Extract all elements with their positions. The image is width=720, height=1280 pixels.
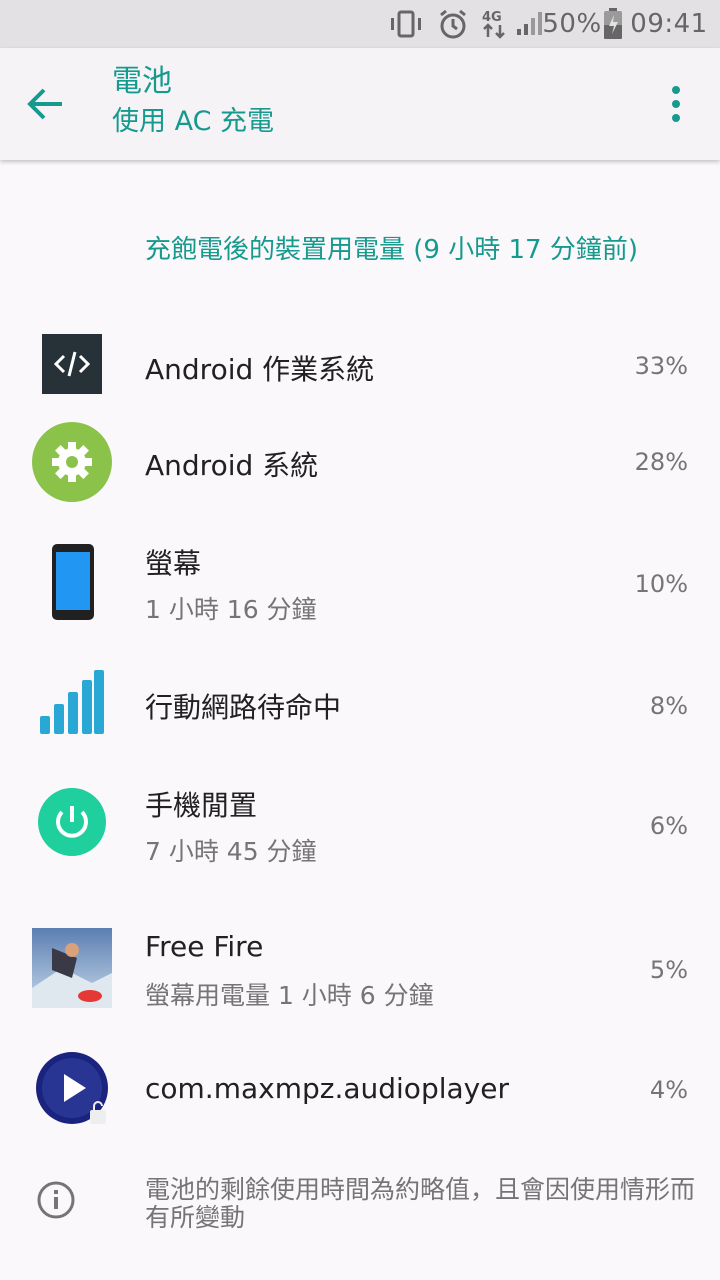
usage-item[interactable]: Free Fire 螢幕用電量 1 小時 6 分鐘 5% xyxy=(0,914,720,1026)
alarm-icon xyxy=(436,0,470,48)
item-percent: 28% xyxy=(634,448,688,476)
battery-charging-icon xyxy=(600,0,626,48)
item-detail: 1 小時 16 分鐘 xyxy=(145,595,317,624)
signal-icon xyxy=(514,0,544,48)
data-icon: 4G xyxy=(480,0,510,48)
free-fire-app-icon xyxy=(32,928,112,1008)
item-percent: 10% xyxy=(634,570,688,598)
item-name: 螢幕 xyxy=(145,547,202,580)
more-options-button[interactable] xyxy=(656,84,696,124)
section-header: 充飽電後的裝置用電量 (9 小時 17 分鐘前) xyxy=(145,235,638,265)
item-name: Android 作業系統 xyxy=(145,353,375,386)
audio-player-icon xyxy=(34,1050,114,1130)
android-system-gear-icon xyxy=(32,422,112,502)
item-percent: 4% xyxy=(649,1076,688,1104)
usage-item[interactable]: Android 作業系統 33% xyxy=(0,320,720,414)
charging-status: 使用 AC 充電 xyxy=(112,106,275,137)
item-detail: 螢幕用電量 1 小時 6 分鐘 xyxy=(145,981,434,1010)
battery-estimate-note: 電池的剩餘使用時間為約略值，且會因使用情形而有所變動 xyxy=(145,1175,696,1232)
page-title: 電池 xyxy=(112,64,172,99)
status-bar: 4G 50% 09:41 xyxy=(0,0,720,48)
item-name: Android 系統 xyxy=(145,449,319,482)
info-icon xyxy=(36,1180,76,1220)
more-dot-icon xyxy=(672,114,680,122)
usage-item[interactable]: 行動網路待命中 8% xyxy=(0,660,720,752)
item-percent: 8% xyxy=(649,692,688,720)
more-dot-icon xyxy=(672,100,680,108)
back-button[interactable] xyxy=(22,76,70,132)
battery-percent: 50% xyxy=(542,9,602,39)
vibrate-icon xyxy=(388,0,424,48)
usage-item[interactable]: 手機閒置 7 小時 45 分鐘 6% xyxy=(0,770,720,890)
power-icon xyxy=(38,788,106,856)
svg-text:4G: 4G xyxy=(482,10,502,25)
android-os-icon xyxy=(42,334,102,394)
item-name: Free Fire xyxy=(145,930,264,963)
status-time: 09:41 xyxy=(630,9,708,39)
phone-screen-icon xyxy=(52,544,94,620)
usage-item[interactable]: com.maxmpz.audioplayer 4% xyxy=(0,1040,720,1140)
usage-item[interactable]: 螢幕 1 小時 16 分鐘 10% xyxy=(0,526,720,646)
usage-item[interactable]: Android 系統 28% xyxy=(0,414,720,510)
item-name: 手機閒置 xyxy=(145,789,258,822)
cell-signal-icon xyxy=(40,670,104,734)
item-percent: 6% xyxy=(649,812,688,840)
item-name: com.maxmpz.audioplayer xyxy=(145,1072,509,1105)
header-titles: 電池 使用 AC 充電 xyxy=(112,64,274,140)
back-arrow-icon xyxy=(27,88,62,120)
item-name: 行動網路待命中 xyxy=(145,691,342,724)
item-percent: 33% xyxy=(634,352,688,380)
item-percent: 5% xyxy=(649,956,688,984)
more-dot-icon xyxy=(672,86,680,94)
app-bar: 電池 使用 AC 充電 xyxy=(0,48,720,160)
item-detail: 7 小時 45 分鐘 xyxy=(145,837,317,866)
